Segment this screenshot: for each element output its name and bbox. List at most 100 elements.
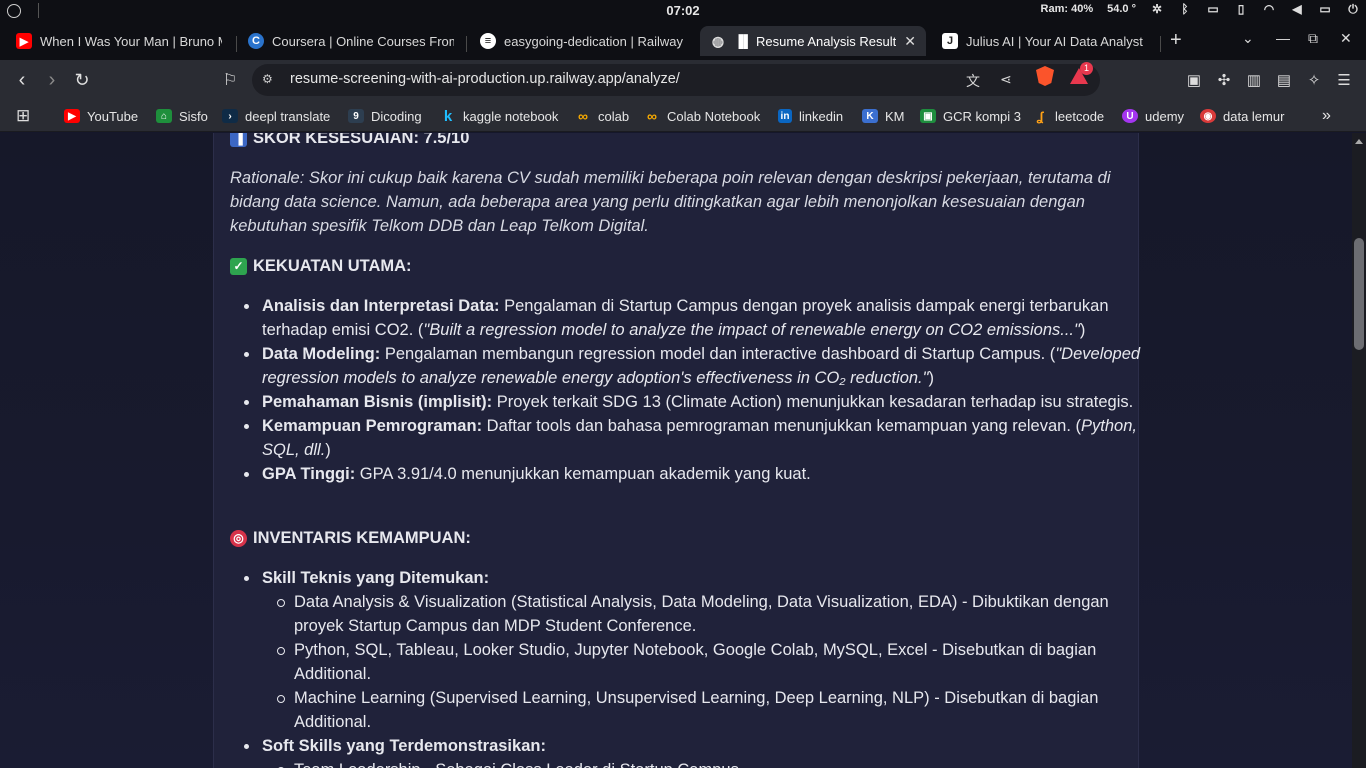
system-bar: 07:02 Ram: 40% 54.0 ° ✲ ᛒ ▭ ▯ ◠ ◀ ▭ ⏻	[0, 0, 1366, 22]
tab-strip: ▶ When I Was Your Man | Bruno M C Course…	[0, 22, 1366, 60]
strength-text: Proyek terkait SDG 13 (Climate Action) m…	[492, 393, 1134, 411]
tab-youtube[interactable]: ▶ When I Was Your Man | Bruno M	[6, 26, 232, 56]
tech-skills-list: Data Analysis & Visualization (Statistic…	[277, 590, 1157, 734]
strength-title: Pemahaman Bisnis (implisit):	[262, 393, 493, 411]
tab-railway[interactable]: ≡ easygoing-dedication | Railway	[470, 26, 696, 56]
coursera-icon: C	[248, 33, 264, 49]
km-icon: K	[862, 109, 878, 123]
extensions-puzzle-icon[interactable]: ✣	[1214, 70, 1234, 90]
strength-tail: )	[928, 369, 935, 387]
temperature-indicator: 54.0 °	[1107, 3, 1136, 15]
url-text[interactable]: resume-screening-with-ai-production.up.r…	[290, 71, 680, 87]
bookmark-youtube[interactable]: ▶ YouTube	[64, 106, 138, 126]
tab-divider	[466, 36, 467, 52]
bookmark-icon[interactable]: ⚐	[218, 68, 242, 92]
colab-icon: ∞	[647, 108, 657, 124]
dicoding-icon: 9	[348, 109, 364, 123]
minimize-icon[interactable]: —	[1276, 30, 1290, 46]
colab-icon: ∞	[578, 108, 588, 124]
more-bookmarks-icon[interactable]: »	[1322, 106, 1331, 126]
apps-grid-icon[interactable]: ⊞	[16, 106, 30, 126]
list-item: Kemampuan Pemrograman: Daftar tools dan …	[244, 414, 1157, 462]
extension-icon[interactable]: ▣	[1184, 70, 1204, 90]
bar-chart-icon: ▐	[230, 133, 247, 147]
bookmark-gcr[interactable]: ▣ GCR kompi 3	[920, 106, 1021, 126]
scrollbar-thumb[interactable]	[1354, 238, 1364, 350]
youtube-icon: ▶	[64, 109, 80, 123]
strength-tail: )	[325, 441, 331, 459]
bluetooth-icon[interactable]: ᛒ	[1178, 2, 1192, 16]
list-item: Skill Teknis yang Ditemukan: Data Analys…	[244, 566, 1157, 734]
strength-title: Analisis dan Interpretasi Data:	[262, 297, 500, 315]
tab-coursera[interactable]: C Coursera | Online Courses From	[238, 26, 464, 56]
tab-title: Coursera | Online Courses From	[272, 33, 454, 49]
site-info-icon[interactable]: ⚙	[262, 72, 278, 88]
battery-icon[interactable]: ▭	[1318, 2, 1332, 16]
list-item: Pemahaman Bisnis (implisit): Proyek terk…	[244, 390, 1157, 414]
linkedin-icon: in	[778, 109, 792, 123]
strength-tail: )	[1079, 321, 1086, 339]
bookmark-deepl[interactable]: › deepl translate	[222, 106, 330, 126]
address-bar[interactable]: ⚙ resume-screening-with-ai-production.up…	[252, 64, 1100, 96]
translate-icon[interactable]: 文	[966, 71, 980, 91]
close-tab-icon[interactable]: ✕	[904, 33, 916, 50]
tab-julius[interactable]: J Julius AI | Your AI Data Analyst	[932, 26, 1158, 56]
sidebar-icon[interactable]: ▥	[1244, 70, 1264, 90]
list-item: GPA Tinggi: GPA 3.91/4.0 menunjukkan kem…	[244, 462, 1157, 486]
soft-skills-list: Team Leadership - Sebagai Class Leader d…	[277, 758, 1157, 768]
datalemur-icon: ◉	[1200, 109, 1216, 123]
globe-icon: ◍	[711, 32, 725, 49]
bookmark-sisfo[interactable]: ⌂ Sisfo	[156, 106, 208, 126]
bookmark-dicoding[interactable]: 9 Dicoding	[348, 106, 422, 126]
system-tray: Ram: 40% 54.0 ° ✲ ᛒ ▭ ▯ ◠ ◀ ▭ ⏻	[1040, 2, 1360, 17]
page-scrollbar[interactable]	[1352, 133, 1366, 768]
network-app-icon[interactable]: ✲	[1150, 2, 1164, 16]
strength-title: GPA Tinggi:	[262, 465, 356, 483]
bookmark-datalemur[interactable]: ◉ data lemur	[1200, 106, 1284, 126]
bookmark-colab[interactable]: ∞ colab	[575, 106, 629, 126]
wifi-icon[interactable]: ◠	[1262, 2, 1276, 16]
bookmark-colab-notebook[interactable]: ∞ Colab Notebook	[644, 106, 760, 126]
leo-ai-icon[interactable]: ✧	[1304, 70, 1324, 90]
strength-text: Daftar tools dan bahasa pemrograman menu…	[482, 417, 1081, 435]
back-icon[interactable]: ‹	[10, 68, 34, 92]
julius-icon: J	[942, 33, 958, 49]
tab-resume-analysis[interactable]: ◍ ▐▌ Resume Analysis Results ✕	[700, 26, 926, 56]
bookmark-udemy[interactable]: Uudemy	[1122, 106, 1184, 126]
tab-title: ▐▌ Resume Analysis Results	[734, 34, 896, 49]
bookmark-leetcode[interactable]: ʆ leetcode	[1032, 106, 1104, 126]
reload-icon[interactable]: ↻	[70, 68, 94, 92]
new-tab-button[interactable]: +	[1170, 29, 1182, 52]
share-icon[interactable]: ⋖	[1000, 71, 1012, 88]
list-item: Data Analysis & Visualization (Statistic…	[277, 590, 1157, 638]
ram-indicator: Ram: 40%	[1040, 3, 1094, 15]
inventory-heading-text: INVENTARIS KEMAMPUAN:	[253, 529, 471, 547]
wallet-icon[interactable]: ▤	[1274, 70, 1294, 90]
strength-quote: "Built a regression model to analyze the…	[423, 321, 1080, 339]
score-heading-text: SKOR KESESUAIAN: 7.5/10	[253, 133, 470, 147]
strengths-heading: ✓ KEKUATAN UTAMA:	[230, 254, 412, 278]
tab-divider	[236, 36, 237, 52]
volume-icon[interactable]: ◀	[1290, 2, 1304, 16]
menu-icon[interactable]: ☰	[1334, 70, 1354, 90]
tab-title: When I Was Your Man | Bruno M	[40, 33, 222, 49]
strength-text: GPA 3.91/4.0 menunjukkan kemampuan akade…	[355, 465, 811, 483]
maximize-icon[interactable]: ⧉	[1308, 30, 1318, 47]
tab-search-chevron-icon[interactable]: ⌄	[1242, 30, 1254, 47]
score-heading: ▐ SKOR KESESUAIAN: 7.5/10	[230, 133, 469, 150]
scroll-up-icon[interactable]	[1355, 139, 1363, 144]
forward-icon[interactable]: ›	[40, 68, 64, 92]
bookmark-kaggle[interactable]: k kaggle notebook	[440, 106, 559, 126]
bookmark-km[interactable]: K KM	[862, 106, 905, 126]
bookmark-label: Colab Notebook	[667, 108, 761, 124]
bookmark-linkedin[interactable]: in linkedin	[778, 106, 843, 126]
tab-title: Julius AI | Your AI Data Analyst	[966, 33, 1143, 49]
inventory-list: Skill Teknis yang Ditemukan: Data Analys…	[244, 566, 1157, 768]
list-item: Analisis dan Interpretasi Data: Pengalam…	[244, 294, 1157, 342]
power-menu-icon[interactable]: ⏻	[1346, 2, 1360, 16]
bookmark-label: kaggle notebook	[463, 108, 559, 124]
close-window-icon[interactable]: ✕	[1340, 30, 1352, 47]
clipboard-icon[interactable]: ▭	[1206, 2, 1220, 16]
notification-icon[interactable]: ▯	[1234, 2, 1248, 16]
classroom-icon: ▣	[920, 109, 936, 123]
